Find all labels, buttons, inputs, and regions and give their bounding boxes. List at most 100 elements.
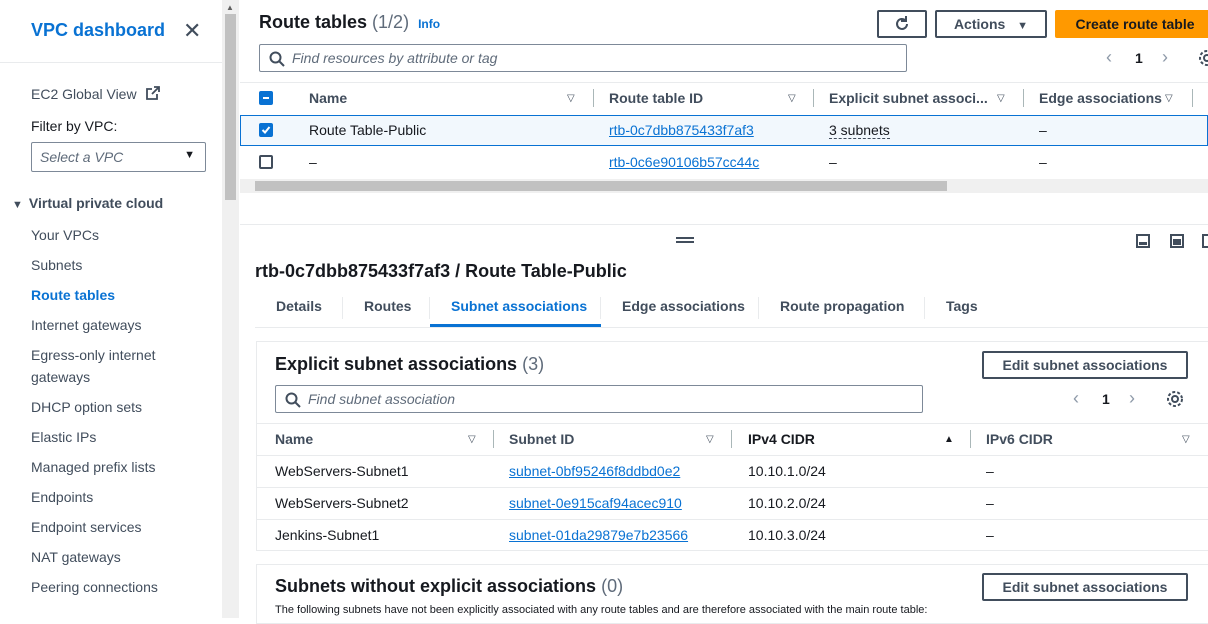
table-horizontal-scrollbar[interactable]	[240, 179, 1208, 193]
sidebar-item-peering[interactable]: Peering connections	[31, 579, 158, 595]
edit-subnet-associations-button-2[interactable]: Edit subnet associations	[982, 573, 1188, 601]
sidebar-title[interactable]: VPC dashboard	[31, 20, 165, 41]
actions-button[interactable]: Actions ▼	[935, 10, 1047, 38]
row-checkbox[interactable]	[259, 123, 273, 137]
tab-tags[interactable]: Tags	[946, 298, 978, 314]
refresh-button[interactable]	[877, 10, 927, 38]
column-header-name[interactable]: Name	[309, 90, 347, 106]
sort-icon[interactable]: ▽	[468, 434, 476, 445]
row-divider	[257, 455, 1208, 456]
sidebar-item-egress-only[interactable]: Egress-only internet	[31, 347, 156, 363]
sidebar-item-your-vpcs[interactable]: Your VPCs	[31, 227, 99, 243]
tab-edge-associations[interactable]: Edge associations	[622, 298, 745, 314]
sidebar-item-prefix-lists[interactable]: Managed prefix lists	[31, 459, 156, 475]
split-full-icon[interactable]	[1202, 234, 1208, 248]
column-header-ipv6-cidr[interactable]: IPv6 CIDR	[986, 431, 1053, 447]
row-route-table-id[interactable]: rtb-0c7dbb875433f7af3	[609, 122, 754, 138]
subnet-id-link[interactable]: subnet-0bf95246f8ddbd0e2	[509, 463, 680, 479]
drag-handle-icon[interactable]	[676, 237, 694, 243]
select-all-checkbox[interactable]	[259, 91, 273, 105]
sidebar-item-dhcp[interactable]: DHCP option sets	[31, 399, 142, 415]
column-separator[interactable]	[813, 89, 814, 107]
scrollbar-thumb[interactable]	[255, 181, 947, 191]
row-checkbox[interactable]	[259, 155, 273, 169]
sidebar-item-internet-gateways[interactable]: Internet gateways	[31, 317, 142, 333]
pager-next-icon[interactable]: ›	[1162, 47, 1168, 68]
tab-details[interactable]: Details	[276, 298, 322, 314]
sort-icon[interactable]: ▽	[706, 434, 714, 445]
sort-icon[interactable]: ▽	[788, 93, 796, 104]
sort-icon[interactable]: ▽	[1165, 93, 1173, 104]
page-title-text: Route tables	[259, 12, 368, 32]
subnet-row-id[interactable]: subnet-01da29879e7b23566	[509, 527, 688, 543]
sort-icon[interactable]: ▽	[997, 93, 1005, 104]
caret-down-icon: ▼	[184, 149, 195, 161]
subnet-id-link[interactable]: subnet-0e915caf94acec910	[509, 495, 682, 511]
tab-subnet-associations[interactable]: Subnet associations	[451, 298, 587, 314]
split-bottom-icon[interactable]	[1136, 234, 1150, 248]
close-icon[interactable]: ✕	[183, 19, 201, 43]
subnet-row-ipv6: –	[986, 495, 994, 511]
sort-icon[interactable]: ▽	[1182, 434, 1190, 445]
column-header-route-table-id[interactable]: Route table ID	[609, 90, 703, 106]
split-side-icon[interactable]	[1170, 234, 1184, 248]
subnet-id-link[interactable]: subnet-01da29879e7b23566	[509, 527, 688, 543]
subnet-row-id[interactable]: subnet-0bf95246f8ddbd0e2	[509, 463, 680, 479]
tab-routes[interactable]: Routes	[364, 298, 411, 314]
page-number[interactable]: 1	[1102, 391, 1110, 407]
sidebar-item-endpoint-services[interactable]: Endpoint services	[31, 519, 142, 535]
pager-prev-icon[interactable]: ‹	[1106, 47, 1112, 68]
settings-icon[interactable]	[1166, 390, 1184, 408]
route-table-id-link[interactable]: rtb-0c6e90106b57cc44c	[609, 154, 759, 170]
subnet-search-input[interactable]: Find subnet association	[275, 385, 923, 413]
sort-ascending-icon[interactable]: ▲	[944, 434, 954, 445]
tab-separator	[429, 297, 430, 319]
create-route-table-button[interactable]: Create route table	[1055, 10, 1208, 38]
subnet-row-ipv4: 10.10.2.0/24	[748, 495, 826, 511]
column-separator[interactable]	[593, 89, 594, 107]
row-route-table-id[interactable]: rtb-0c6e90106b57cc44c	[609, 154, 759, 170]
sidebar-item-subnets[interactable]: Subnets	[31, 257, 82, 273]
search-input[interactable]: Find resources by attribute or tag	[259, 44, 907, 72]
tab-route-propagation[interactable]: Route propagation	[780, 298, 904, 314]
subnet-row-ipv6: –	[986, 527, 994, 543]
scrollbar-thumb[interactable]	[225, 14, 236, 200]
sidebar-item-elastic-ips[interactable]: Elastic IPs	[31, 429, 96, 445]
pager-next-icon[interactable]: ›	[1129, 388, 1135, 409]
column-header-ipv4-cidr[interactable]: IPv4 CIDR	[748, 431, 815, 447]
column-separator[interactable]	[970, 430, 971, 448]
column-header-subnet-id[interactable]: Subnet ID	[509, 431, 574, 447]
scroll-up-icon[interactable]: ▲	[226, 3, 234, 12]
column-separator[interactable]	[1192, 89, 1193, 107]
sort-icon[interactable]: ▽	[567, 93, 575, 104]
page-number[interactable]: 1	[1135, 50, 1143, 66]
vpc-filter-select[interactable]: Select a VPC ▼	[31, 142, 206, 172]
column-header-edge-associations[interactable]: Edge associations	[1039, 90, 1162, 106]
column-header-explicit-subnet[interactable]: Explicit subnet associ...	[829, 90, 988, 106]
pager-prev-icon[interactable]: ‹	[1073, 388, 1079, 409]
section-virtual-private-cloud[interactable]: ▼ Virtual private cloud	[12, 195, 163, 211]
sidebar-scrollbar[interactable]: ▲	[222, 0, 239, 618]
column-separator[interactable]	[731, 430, 732, 448]
column-separator[interactable]	[493, 430, 494, 448]
edit-subnet-associations-button[interactable]: Edit subnet associations	[982, 351, 1188, 379]
sidebar-divider	[0, 62, 222, 63]
sidebar-item-egress-only-cont[interactable]: gateways	[31, 369, 90, 385]
tabs-divider	[255, 327, 1208, 328]
search-icon	[269, 51, 285, 67]
column-separator[interactable]	[1023, 89, 1024, 107]
search-icon	[285, 392, 301, 408]
row-edge: –	[1039, 122, 1047, 138]
sidebar-item-route-tables[interactable]: Route tables	[31, 287, 115, 303]
subnet-row-id[interactable]: subnet-0e915caf94acec910	[509, 495, 682, 511]
split-divider	[240, 224, 1208, 225]
info-link[interactable]: Info	[418, 17, 440, 31]
settings-icon[interactable]	[1198, 49, 1208, 67]
route-table-id-link[interactable]: rtb-0c7dbb875433f7af3	[609, 122, 754, 138]
column-header-name[interactable]: Name	[275, 431, 313, 447]
row-explicit-subnets: –	[829, 154, 837, 170]
row-explicit-subnets[interactable]: 3 subnets	[829, 122, 890, 139]
sidebar-item-nat-gateways[interactable]: NAT gateways	[31, 549, 121, 565]
sidebar-item-ec2-global-view[interactable]: EC2 Global View	[31, 86, 161, 102]
sidebar-item-endpoints[interactable]: Endpoints	[31, 489, 93, 505]
